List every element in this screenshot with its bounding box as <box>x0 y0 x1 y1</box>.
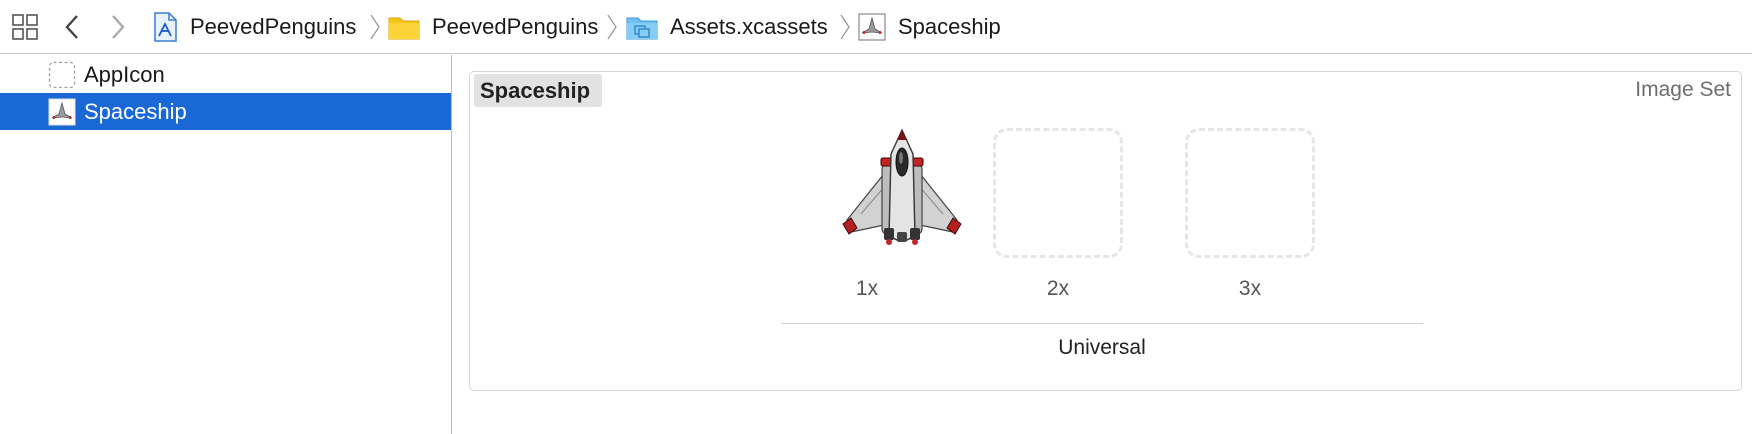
xcode-project-icon <box>154 12 177 42</box>
slot-label-1x: 1x <box>855 277 879 300</box>
breadcrumb-group[interactable]: PeevedPenguins <box>388 10 598 44</box>
breadcrumb-separator-icon <box>370 14 380 40</box>
related-items-grid-icon[interactable] <box>11 13 39 41</box>
asset-editor: Spaceship Image Set 1x 2x 3x Universal <box>453 55 1752 434</box>
sidebar-item-appicon[interactable]: AppIcon <box>0 56 451 93</box>
sidebar-item-label: Spaceship <box>84 98 187 124</box>
image-set-icon <box>858 13 886 41</box>
breadcrumb-label: Spaceship <box>898 14 1001 39</box>
sidebar-item-label: AppIcon <box>84 61 165 87</box>
back-chevron-icon[interactable] <box>62 12 82 42</box>
slot-label-3x: 3x <box>1238 277 1262 300</box>
breadcrumb-label: PeevedPenguins <box>432 14 599 39</box>
slot-label-2x: 2x <box>1046 277 1070 300</box>
spaceship-image <box>842 128 962 245</box>
image-set-type: Image Set <box>1635 78 1731 101</box>
jump-bar: PeevedPenguins PeevedPenguins Assets.xca… <box>0 0 1752 54</box>
universal-label: Universal <box>1058 336 1146 359</box>
slot-3x[interactable] <box>1185 128 1315 258</box>
image-set-panel: Spaceship Image Set 1x 2x 3x Universal <box>469 71 1742 391</box>
folder-icon <box>388 17 420 40</box>
asset-catalog-icon <box>626 17 658 40</box>
image-set-icon <box>48 98 76 126</box>
slot-1x[interactable] <box>837 128 967 258</box>
breadcrumb-label: Assets.xcassets <box>670 14 828 39</box>
sidebar-item-spaceship[interactable]: Spaceship <box>0 93 451 130</box>
asset-list-sidebar: AppIcon Spaceship <box>0 55 452 434</box>
breadcrumb-image-set[interactable]: Spaceship <box>858 10 1001 44</box>
slot-2x[interactable] <box>993 128 1123 258</box>
breadcrumb-label: PeevedPenguins <box>190 14 357 39</box>
breadcrumb-separator-icon <box>840 14 850 40</box>
breadcrumb-separator-icon <box>607 14 617 40</box>
app-icon-placeholder-icon <box>48 61 76 89</box>
forward-chevron-icon[interactable] <box>108 12 128 42</box>
breadcrumb-project[interactable]: PeevedPenguins <box>152 10 356 44</box>
universal-divider <box>781 323 1423 324</box>
image-set-name[interactable]: Spaceship <box>474 74 603 107</box>
breadcrumb-asset-catalog[interactable]: Assets.xcassets <box>626 10 828 44</box>
